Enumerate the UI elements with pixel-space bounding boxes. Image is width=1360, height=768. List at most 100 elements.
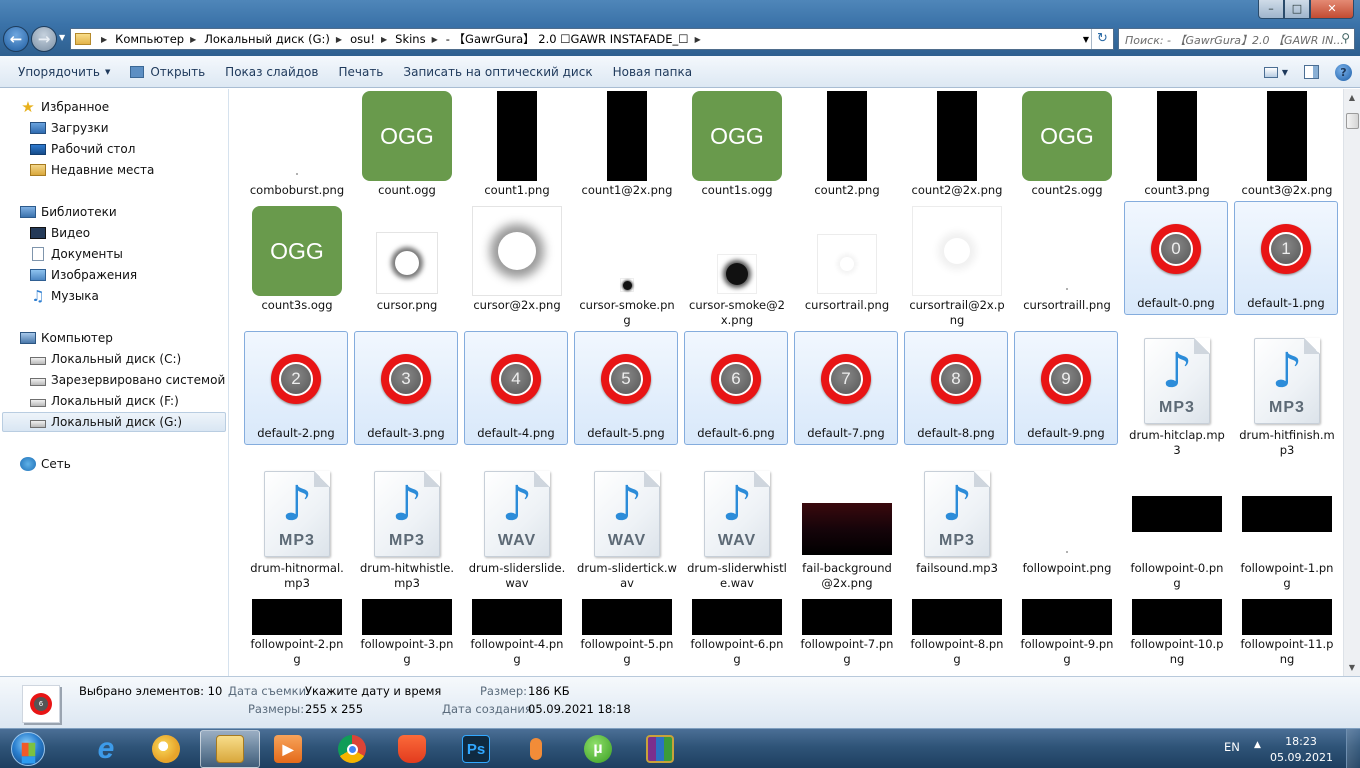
scroll-up-icon[interactable]: ▲ — [1344, 89, 1360, 106]
sidebar-item-network[interactable]: Сеть — [20, 454, 71, 474]
file-item[interactable]: ♪ MP3 drum-hitnormal.mp3 — [245, 467, 349, 591]
breadcrumb-current-folder[interactable]: - 【GawrGura】 2.0 ☐GAWR INSTAFADE_☐ — [446, 31, 689, 47]
help-icon[interactable]: ? — [1335, 63, 1352, 81]
file-item[interactable]: count1.png — [465, 89, 569, 198]
file-item[interactable]: 3 default-3.png — [354, 331, 458, 445]
date-taken-value[interactable]: Укажите дату и время — [305, 684, 441, 698]
sidebar-item-music[interactable]: ♫ Музыка — [30, 286, 99, 306]
file-item[interactable]: count2@2x.png — [905, 89, 1009, 198]
file-item[interactable]: count3.png — [1125, 89, 1229, 198]
vertical-scrollbar[interactable]: ▲ ▼ — [1343, 89, 1360, 676]
file-item[interactable]: cursor-smoke@2x.png — [685, 204, 789, 328]
sidebar-item-drive-f[interactable]: Локальный диск (F:) — [30, 391, 179, 411]
chevron-right-icon[interactable]: ▶ — [381, 35, 387, 44]
file-item[interactable]: cursortraill.png — [1015, 204, 1119, 313]
file-item[interactable]: count3@2x.png — [1235, 89, 1339, 198]
new-folder-button[interactable]: Новая папка — [603, 59, 702, 85]
organize-button[interactable]: Упорядочить ▼ — [8, 59, 120, 85]
file-item[interactable]: followpoint-1.png — [1235, 467, 1339, 591]
start-button[interactable] — [4, 730, 52, 768]
file-item[interactable]: followpoint-0.png — [1125, 467, 1229, 591]
sidebar-item-computer[interactable]: Компьютер — [20, 328, 113, 348]
sidebar-item-drive-e[interactable]: Зарезервировано системой (E:) — [30, 370, 250, 390]
chevron-right-icon[interactable]: ▶ — [695, 35, 701, 44]
search-input[interactable]: Поиск: - 【GawrGura】2.0 【GAWR IN... ⚲ — [1118, 28, 1355, 50]
preview-pane-icon[interactable] — [1304, 65, 1319, 79]
sidebar-item-downloads[interactable]: Загрузки — [30, 118, 109, 138]
file-item[interactable]: followpoint-7.png — [795, 597, 899, 667]
open-button[interactable]: Открыть — [120, 59, 215, 85]
file-item[interactable]: ♪ WAV drum-sliderwhistle.wav — [685, 467, 789, 591]
file-item[interactable]: ♪ MP3 drum-hitwhistle.mp3 — [355, 467, 459, 591]
file-item[interactable]: cursortrail@2x.png — [905, 204, 1009, 328]
file-item[interactable]: fail-background@2x.png — [795, 467, 899, 591]
file-item[interactable]: comboburst.png — [245, 89, 349, 198]
file-item[interactable]: followpoint-8.png — [905, 597, 1009, 667]
file-item[interactable]: ♪ MP3 drum-hitfinish.mp3 — [1235, 334, 1339, 458]
chevron-right-icon[interactable]: ▶ — [432, 35, 438, 44]
sidebar-item-libraries[interactable]: Библиотеки — [20, 202, 117, 222]
maximize-button[interactable]: □ — [1284, 0, 1310, 19]
sidebar-item-images[interactable]: Изображения — [30, 265, 137, 285]
sidebar-item-desktop[interactable]: Рабочий стол — [30, 139, 135, 159]
file-item[interactable]: cursor@2x.png — [465, 204, 569, 313]
language-indicator[interactable]: EN — [1224, 740, 1240, 754]
sidebar-item-drive-c[interactable]: Локальный диск (C:) — [30, 349, 181, 369]
file-item[interactable]: followpoint-9.png — [1015, 597, 1119, 667]
file-item[interactable]: OGG count.ogg — [355, 89, 459, 198]
burn-button[interactable]: Записать на оптический диск — [393, 59, 602, 85]
file-item[interactable]: count1@2x.png — [575, 89, 679, 198]
taskbar-internet-explorer[interactable]: e — [76, 730, 136, 768]
chevron-right-icon[interactable]: ▶ — [190, 35, 196, 44]
clock[interactable]: 18:23 05.09.2021 — [1270, 734, 1333, 766]
taskbar-photoshop[interactable]: Ps — [446, 730, 506, 768]
scrollbar-thumb[interactable] — [1346, 113, 1359, 129]
show-desktop-button[interactable] — [1346, 729, 1360, 768]
file-item[interactable]: ♪ MP3 failsound.mp3 — [905, 467, 1009, 576]
file-item[interactable]: 7 default-7.png — [794, 331, 898, 445]
sidebar-item-recent[interactable]: Недавние места — [30, 160, 154, 180]
taskbar-chrome[interactable] — [322, 730, 382, 768]
file-item[interactable]: 1 default-1.png — [1234, 201, 1338, 315]
file-item[interactable]: followpoint-4.png — [465, 597, 569, 667]
file-item[interactable]: 9 default-9.png — [1014, 331, 1118, 445]
sidebar-item-drive-g[interactable]: Локальный диск (G:) — [2, 412, 226, 432]
sidebar-item-documents[interactable]: Документы — [30, 244, 123, 264]
close-button[interactable]: ✕ — [1310, 0, 1354, 19]
slideshow-button[interactable]: Показ слайдов — [215, 59, 328, 85]
taskbar-explorer[interactable] — [200, 730, 260, 768]
file-item[interactable]: 0 default-0.png — [1124, 201, 1228, 315]
file-item[interactable]: followpoint-11.png — [1235, 597, 1339, 667]
minimize-button[interactable]: – — [1258, 0, 1284, 19]
file-item[interactable]: count2.png — [795, 89, 899, 198]
file-item[interactable]: followpoint-6.png — [685, 597, 789, 667]
breadcrumb-skins[interactable]: Skins — [395, 32, 425, 46]
taskbar-paint[interactable] — [136, 730, 196, 768]
chevron-right-icon[interactable]: ▶ — [101, 35, 107, 44]
back-button[interactable]: ← — [3, 26, 29, 52]
file-item[interactable]: followpoint-10.png — [1125, 597, 1229, 667]
forward-button[interactable]: → — [31, 26, 57, 52]
file-item[interactable]: 6 default-6.png — [684, 331, 788, 445]
file-item[interactable]: cursor-smoke.png — [575, 204, 679, 328]
breadcrumb-drive-g[interactable]: Локальный диск (G:) — [204, 32, 330, 46]
file-item[interactable]: followpoint-5.png — [575, 597, 679, 667]
refresh-icon[interactable]: ↻ — [1091, 29, 1113, 49]
file-item[interactable]: followpoint-3.png — [355, 597, 459, 667]
file-item[interactable]: cursortrail.png — [795, 204, 899, 313]
tray-expand-icon[interactable]: ▲ — [1254, 740, 1261, 750]
recent-pages-dropdown-icon[interactable]: ▼ — [59, 33, 65, 42]
file-item[interactable]: 8 default-8.png — [904, 331, 1008, 445]
file-item[interactable]: 5 default-5.png — [574, 331, 678, 445]
sidebar-item-favorites[interactable]: ★ Избранное — [20, 97, 109, 117]
address-dropdown-icon[interactable]: ▼ — [1083, 35, 1089, 44]
file-item[interactable]: ♪ WAV drum-slidertick.wav — [575, 467, 679, 591]
file-item[interactable]: cursor.png — [355, 204, 459, 313]
breadcrumb-computer[interactable]: Компьютер — [115, 32, 184, 46]
chevron-right-icon[interactable]: ▶ — [336, 35, 342, 44]
sidebar-item-video[interactable]: Видео — [30, 223, 90, 243]
file-item[interactable]: 4 default-4.png — [464, 331, 568, 445]
view-dropdown-icon[interactable]: ▼ — [1282, 68, 1288, 77]
file-item[interactable]: OGG count1s.ogg — [685, 89, 789, 198]
print-button[interactable]: Печать — [328, 59, 393, 85]
